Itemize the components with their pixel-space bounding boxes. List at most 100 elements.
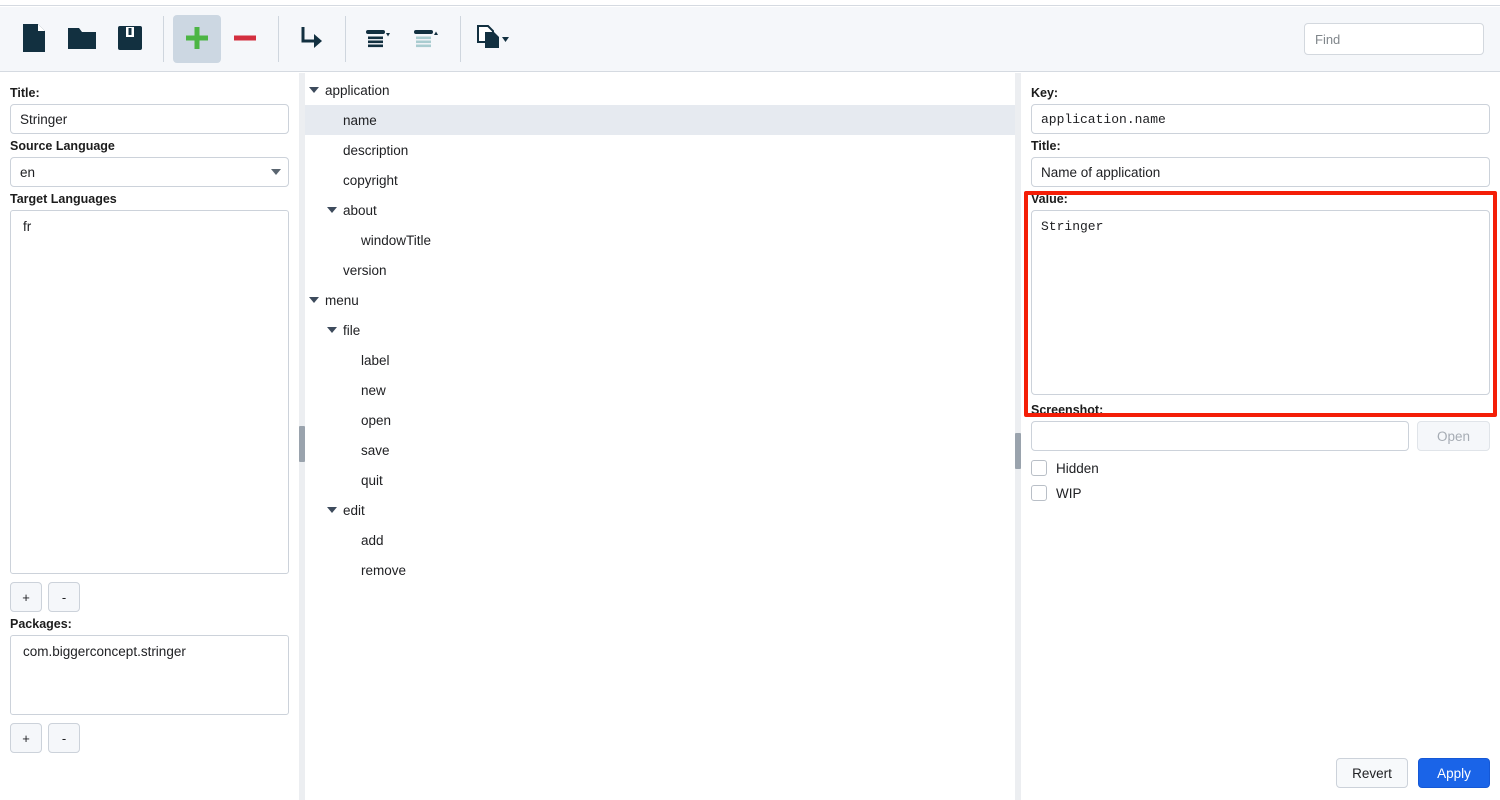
chevron-down-icon[interactable]	[327, 507, 337, 513]
tree-node-label: open	[361, 412, 392, 428]
list-item[interactable]: fr	[11, 217, 288, 236]
find-input[interactable]	[1304, 23, 1484, 55]
tree-node-description[interactable]: description	[305, 135, 1015, 165]
hidden-checkbox[interactable]	[1031, 460, 1047, 476]
target-languages-label: Target Languages	[10, 192, 117, 206]
save-floppy-icon	[116, 24, 144, 55]
tree-node-edit[interactable]: edit	[305, 495, 1015, 525]
tree-node-label: windowTitle	[361, 232, 432, 248]
toolbar-edit-group	[173, 7, 269, 71]
collapse-list-icon	[364, 25, 394, 54]
toolbar-separator-3	[345, 16, 346, 62]
string-detail-panel: Key: Title: Value: Screenshot: Open Hidd…	[1021, 73, 1500, 800]
expand-button[interactable]	[403, 15, 451, 63]
chevron-down-icon[interactable]	[309, 297, 319, 303]
wip-checkbox[interactable]	[1031, 485, 1047, 501]
tree-node-name[interactable]: name	[305, 105, 1015, 135]
screenshot-open-button[interactable]: Open	[1417, 421, 1490, 451]
apply-button[interactable]: Apply	[1418, 758, 1490, 788]
chevron-down-icon[interactable]	[309, 87, 319, 93]
tree-node-label: copyright	[343, 172, 398, 188]
toolbar-duplicate-group	[470, 7, 518, 71]
tree-node-label: remove	[361, 562, 407, 578]
expand-list-icon	[412, 25, 442, 54]
tree-node-label: file	[343, 322, 361, 338]
screenshot-input[interactable]	[1031, 421, 1409, 451]
tree-node-label: new	[361, 382, 386, 398]
toolbar-separator-1	[163, 16, 164, 62]
detail-title-label: Title:	[1031, 139, 1061, 153]
remove-target-language-button[interactable]: -	[48, 582, 80, 612]
target-languages-list[interactable]: fr	[10, 210, 289, 574]
tree-node-menu[interactable]: menu	[305, 285, 1015, 315]
detail-title-input[interactable]	[1031, 157, 1490, 187]
tree-node-label: version	[343, 262, 387, 278]
open-folder-icon	[67, 25, 97, 54]
wip-checkbox-label: WIP	[1056, 485, 1082, 501]
add-button[interactable]	[173, 15, 221, 63]
tree-node-save[interactable]: save	[305, 435, 1015, 465]
collapse-button[interactable]	[355, 15, 403, 63]
toolbar-separator-2	[278, 16, 279, 62]
screenshot-row: Open	[1031, 421, 1490, 451]
chevron-down-icon[interactable]	[327, 207, 337, 213]
tree-node-add[interactable]: add	[305, 525, 1015, 555]
new-file-button[interactable]	[10, 15, 58, 63]
hidden-checkbox-row[interactable]: Hidden	[1031, 460, 1490, 476]
tree-node-windowTitle[interactable]: windowTitle	[305, 225, 1015, 255]
tree-node-remove[interactable]: remove	[305, 555, 1015, 585]
detail-footer-buttons: Revert Apply	[1336, 758, 1490, 788]
target-languages-buttons: + -	[10, 582, 289, 612]
open-folder-button[interactable]	[58, 15, 106, 63]
add-target-language-button[interactable]: +	[10, 582, 42, 612]
tree-node-label[interactable]: label	[305, 345, 1015, 375]
tree-node-application[interactable]: application	[305, 75, 1015, 105]
duplicate-button[interactable]	[470, 15, 518, 63]
tree-node-version[interactable]: version	[305, 255, 1015, 285]
indent-button[interactable]	[288, 15, 336, 63]
hidden-checkbox-label: Hidden	[1056, 460, 1099, 476]
toolbar-file-group	[10, 7, 154, 71]
tree-node-about[interactable]: about	[305, 195, 1015, 225]
remove-package-button[interactable]: -	[48, 723, 80, 753]
tree-node-new[interactable]: new	[305, 375, 1015, 405]
save-button[interactable]	[106, 15, 154, 63]
wip-checkbox-row[interactable]: WIP	[1031, 485, 1490, 501]
title-input[interactable]	[10, 104, 289, 134]
add-package-button[interactable]: +	[10, 723, 42, 753]
key-input[interactable]	[1031, 104, 1490, 134]
tree-node-copyright[interactable]: copyright	[305, 165, 1015, 195]
packages-list[interactable]: com.biggerconcept.stringer	[10, 635, 289, 715]
title-label: Title:	[10, 86, 40, 100]
new-file-icon	[20, 23, 48, 56]
tree-node-label: label	[361, 352, 390, 368]
tree-node-label: quit	[361, 472, 383, 488]
remove-button[interactable]	[221, 15, 269, 63]
source-language-select-wrap	[10, 157, 289, 187]
minus-icon	[232, 25, 258, 54]
tree-node-open[interactable]: open	[305, 405, 1015, 435]
packages-label: Packages:	[10, 617, 72, 631]
screenshot-label: Screenshot:	[1031, 403, 1104, 417]
find-container	[1304, 23, 1484, 55]
tree-node-file[interactable]: file	[305, 315, 1015, 345]
source-language-select[interactable]	[10, 157, 289, 187]
key-label: Key:	[1031, 86, 1059, 100]
tree-node-label: menu	[325, 292, 359, 308]
value-textarea[interactable]	[1031, 210, 1490, 395]
main-content-area: Title: Source Language Target Languages …	[0, 73, 1500, 800]
source-language-label: Source Language	[10, 139, 115, 153]
toolbar-separator-4	[460, 16, 461, 62]
arrow-turn-right-icon	[298, 24, 326, 55]
tree-node-quit[interactable]: quit	[305, 465, 1015, 495]
copy-pages-icon	[476, 24, 512, 55]
revert-button[interactable]: Revert	[1336, 758, 1408, 788]
string-key-tree[interactable]: application name description copyright about…	[305, 73, 1015, 800]
project-settings-panel: Title: Source Language Target Languages …	[0, 73, 299, 800]
chevron-down-icon[interactable]	[327, 327, 337, 333]
list-item[interactable]: com.biggerconcept.stringer	[11, 642, 288, 661]
